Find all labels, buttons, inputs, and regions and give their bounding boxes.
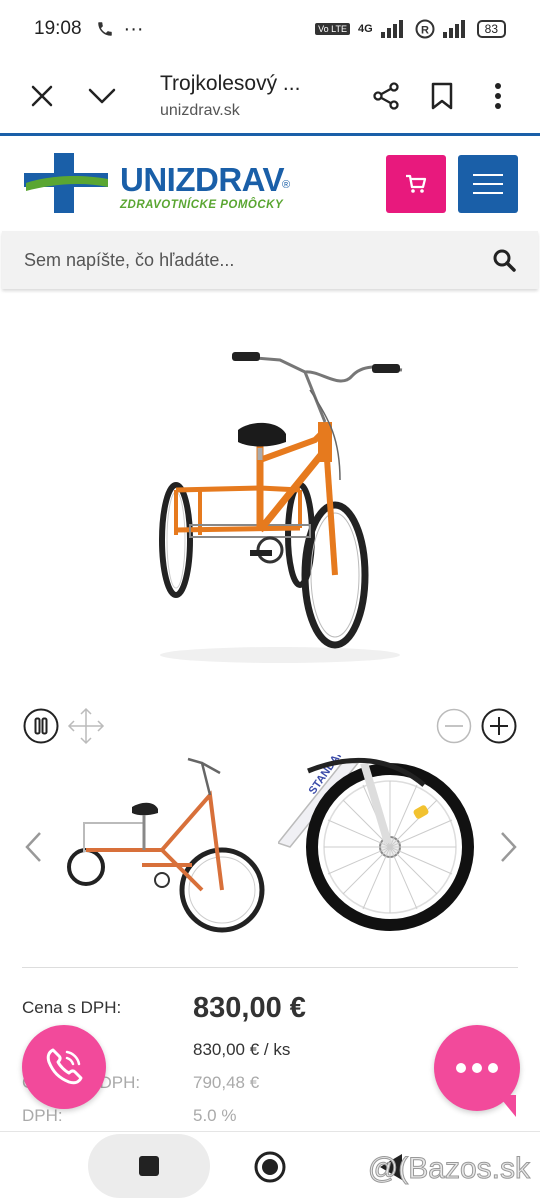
phone-call-icon xyxy=(97,22,112,36)
square-icon xyxy=(139,1156,159,1176)
price-value: 830,00 € / ks xyxy=(193,1040,291,1059)
chevron-left-icon xyxy=(25,832,41,862)
chevron-right-icon xyxy=(501,832,517,862)
page-host: unizdrav.sk xyxy=(160,101,240,119)
status-time: 19:08 xyxy=(34,18,82,39)
hamburger-menu-button[interactable] xyxy=(458,155,518,213)
price-value: 5.0 % xyxy=(193,1106,237,1125)
price-label: DPH: xyxy=(22,1106,63,1125)
zoom-out-button[interactable] xyxy=(435,707,473,745)
call-button[interactable] xyxy=(22,1025,106,1109)
site-header: UNIZDRAV ® ZDRAVOTNÍCKE POMÔCKY xyxy=(0,139,540,229)
roaming-icon: R xyxy=(415,19,435,39)
price-label: Cena s DPH: xyxy=(22,998,122,1017)
site-logo[interactable]: UNIZDRAV ® ZDRAVOTNÍCKE POMÔCKY xyxy=(24,153,314,217)
thumbnail-2[interactable]: STANDARD xyxy=(278,755,478,940)
gallery-prev-button[interactable] xyxy=(22,830,46,864)
more-vertical-icon xyxy=(495,82,501,109)
browser-toolbar: Trojkolesový ... unizdrav.sk xyxy=(0,58,540,136)
more-menu-button[interactable] xyxy=(470,68,526,124)
status-bar: 19:08 ··· Vo LTE 4G R 83 xyxy=(0,0,540,58)
product-main-image[interactable] xyxy=(140,330,420,670)
url-block[interactable]: Trojkolesový ... unizdrav.sk xyxy=(160,72,358,120)
phone-ringing-icon xyxy=(46,1048,83,1085)
price-row-vat: DPH: 5.0 % xyxy=(22,1104,518,1128)
volte-icon: Vo LTE xyxy=(315,23,350,35)
minimize-button[interactable] xyxy=(74,68,130,124)
cart-icon xyxy=(406,174,427,193)
logo-text: UNIZDRAV xyxy=(120,161,285,198)
signal-icon xyxy=(380,20,403,38)
recent-apps-button[interactable] xyxy=(88,1134,210,1198)
minus-icon xyxy=(436,708,472,744)
product-thumbnails: STANDARD xyxy=(0,755,540,940)
share-icon xyxy=(373,81,399,110)
chat-dots-icon xyxy=(456,1063,498,1073)
bookmark-button[interactable] xyxy=(414,68,470,124)
search-input[interactable] xyxy=(24,249,492,271)
bookmark-icon xyxy=(431,82,453,109)
cross-logo-icon xyxy=(24,153,108,213)
thumbnail-1[interactable] xyxy=(62,755,266,940)
battery-level: 83 xyxy=(476,20,506,38)
chevron-down-icon xyxy=(88,88,116,103)
svg-text:R: R xyxy=(421,25,429,37)
chat-bubble-tail xyxy=(498,1095,516,1117)
plus-icon xyxy=(481,708,517,744)
page-title: Trojkolesový ... xyxy=(160,71,301,95)
search-icon[interactable] xyxy=(492,248,516,272)
network-type: 4G xyxy=(357,23,373,35)
signal-icon-2 xyxy=(442,20,465,38)
price-value: 790,48 € xyxy=(193,1073,260,1092)
chat-button[interactable] xyxy=(434,1025,520,1117)
pause-slideshow-button[interactable] xyxy=(22,707,60,745)
registered-mark: ® xyxy=(282,179,291,191)
watermark: @(Bazos.sk xyxy=(367,1152,530,1186)
system-navigation-bar: @(Bazos.sk xyxy=(0,1131,540,1200)
cart-button[interactable] xyxy=(386,155,446,213)
share-button[interactable] xyxy=(358,68,414,124)
search-bar xyxy=(2,231,538,289)
price-value-main: 830,00 € xyxy=(193,991,306,1024)
logo-subtitle: ZDRAVOTNÍCKE POMÔCKY xyxy=(120,199,284,211)
close-icon xyxy=(31,85,53,106)
move-arrows-icon xyxy=(67,707,105,745)
pause-icon xyxy=(23,708,59,744)
price-row-with-vat: Cena s DPH: 830,00 € xyxy=(22,988,518,1028)
zoom-in-button[interactable] xyxy=(480,707,518,745)
gallery-next-button[interactable] xyxy=(496,830,520,864)
hamburger-icon xyxy=(473,174,503,194)
home-button[interactable] xyxy=(253,1150,287,1184)
fullscreen-button[interactable] xyxy=(67,707,105,745)
more-notifications-icon: ··· xyxy=(123,17,144,40)
close-tab-button[interactable] xyxy=(14,68,70,124)
divider xyxy=(22,967,518,968)
